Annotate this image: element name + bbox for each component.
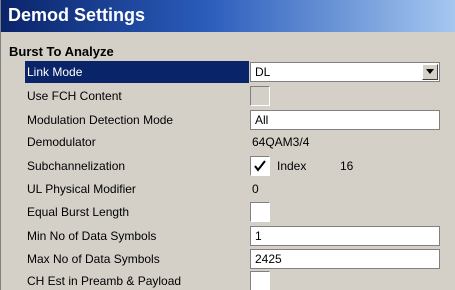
use-fch-content-label: Use FCH Content: [27, 89, 122, 103]
link-mode-value: DL: [255, 65, 271, 79]
window-title: Demod Settings: [8, 5, 146, 25]
ul-physical-modifier-value: 0: [252, 182, 259, 196]
ch-est-preamb-payload-label: CH Est in Preamb & Payload: [27, 274, 182, 288]
checkmark-icon: [254, 160, 266, 172]
demodulator-row: Demodulator 64QAM3/4: [25, 131, 445, 153]
min-data-symbols-field[interactable]: 1: [250, 226, 440, 246]
equal-burst-length-checkbox[interactable]: [250, 202, 270, 222]
ch-est-preamb-payload-row: CH Est in Preamb & Payload: [25, 270, 445, 290]
ul-physical-modifier-label: UL Physical Modifier: [27, 182, 136, 196]
link-mode-select[interactable]: DL: [250, 62, 440, 82]
demod-settings-window: Demod Settings Burst To Analyze Link Mod…: [0, 0, 455, 290]
subchannelization-checkbox[interactable]: [250, 156, 270, 176]
modulation-detection-mode-row: Modulation Detection Mode All: [25, 109, 445, 131]
title-bar: Demod Settings: [1, 0, 455, 32]
link-mode-row: Link Mode DL: [25, 61, 445, 83]
ul-physical-modifier-row: UL Physical Modifier 0: [25, 178, 445, 200]
use-fch-content-checkbox[interactable]: [250, 86, 270, 106]
subchannel-index-label: Index: [277, 159, 307, 173]
demodulator-value: 64QAM3/4: [252, 135, 310, 149]
section-heading: Burst To Analyze: [9, 44, 114, 59]
subchannelization-label: Subchannelization: [27, 159, 126, 173]
equal-burst-length-row: Equal Burst Length: [25, 201, 445, 223]
link-mode-label[interactable]: Link Mode: [25, 61, 249, 83]
dropdown-button[interactable]: [422, 64, 438, 80]
min-data-symbols-row: Min No of Data Symbols 1: [25, 225, 445, 247]
chevron-down-icon: [426, 69, 434, 74]
subchannel-index-value: 16: [340, 159, 354, 173]
use-fch-content-row: Use FCH Content: [25, 85, 445, 107]
subchannelization-row: Subchannelization Index 16: [25, 155, 445, 177]
modulation-detection-mode-field[interactable]: All: [250, 110, 440, 130]
demodulator-label: Demodulator: [27, 135, 96, 149]
equal-burst-length-label: Equal Burst Length: [27, 205, 130, 219]
modulation-detection-mode-label: Modulation Detection Mode: [27, 113, 174, 127]
min-data-symbols-label: Min No of Data Symbols: [27, 229, 157, 243]
max-data-symbols-label: Max No of Data Symbols: [27, 252, 160, 266]
max-data-symbols-field[interactable]: 2425: [250, 249, 440, 269]
ch-est-preamb-payload-checkbox[interactable]: [250, 271, 270, 290]
max-data-symbols-row: Max No of Data Symbols 2425: [25, 248, 445, 270]
